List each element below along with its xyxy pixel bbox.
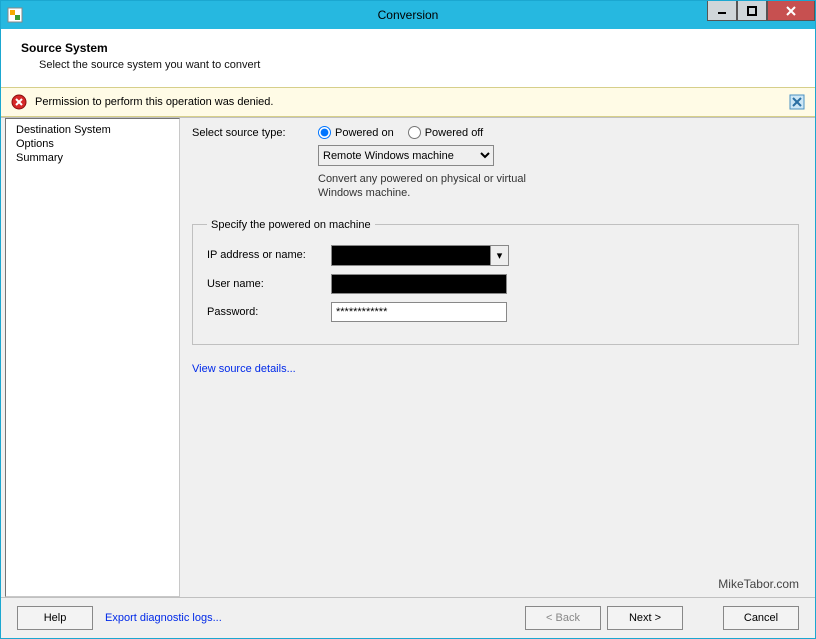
powered-off-radio[interactable]	[408, 126, 421, 139]
ip-label: IP address or name:	[207, 249, 331, 261]
powered-on-label: Powered on	[335, 127, 394, 139]
password-label: Password:	[207, 306, 331, 318]
watermark: MikeTabor.com	[718, 577, 799, 591]
conversion-window: Conversion Source System Select the sour…	[0, 0, 816, 639]
machine-group-legend: Specify the powered on machine	[207, 219, 375, 231]
step-summary[interactable]: Summary	[8, 151, 177, 165]
next-button[interactable]: Next >	[607, 606, 683, 630]
ip-combobox[interactable]: ▾	[331, 245, 509, 266]
alert-bar: Permission to perform this operation was…	[1, 87, 815, 117]
ip-input[interactable]	[332, 246, 490, 265]
alert-message: Permission to perform this operation was…	[35, 96, 273, 108]
export-logs-link[interactable]: Export diagnostic logs...	[105, 612, 222, 624]
page-subtitle: Select the source system you want to con…	[39, 59, 795, 71]
back-button[interactable]: < Back	[525, 606, 601, 630]
machine-group: Specify the powered on machine IP addres…	[192, 219, 799, 345]
alert-close-icon[interactable]	[789, 94, 805, 110]
wizard-content: Select source type: Powered on Powered o…	[184, 118, 815, 597]
chevron-down-icon[interactable]: ▾	[490, 246, 508, 265]
source-type-label: Select source type:	[192, 127, 318, 139]
help-button[interactable]: Help	[17, 606, 93, 630]
powered-on-radio[interactable]	[318, 126, 331, 139]
step-options[interactable]: Options	[8, 137, 177, 151]
error-icon	[11, 94, 27, 110]
wizard-footer: Help Export diagnostic logs... < Back Ne…	[1, 597, 815, 638]
source-hint: Convert any powered on physical or virtu…	[318, 172, 568, 201]
username-label: User name:	[207, 278, 331, 290]
page-title: Source System	[21, 41, 795, 55]
step-destination[interactable]: Destination System	[8, 123, 177, 137]
wizard-steps: Destination System Options Summary	[5, 118, 180, 597]
view-source-details-link[interactable]: View source details...	[192, 363, 296, 375]
titlebar[interactable]: Conversion	[1, 1, 815, 29]
wizard-header: Source System Select the source system y…	[1, 29, 815, 87]
wizard-body: Destination System Options Summary Selec…	[1, 117, 815, 597]
machine-type-select[interactable]: Remote Windows machine	[318, 145, 494, 166]
powered-off-label: Powered off	[425, 127, 484, 139]
window-title: Conversion	[1, 8, 815, 22]
username-input[interactable]	[331, 274, 507, 294]
cancel-button[interactable]: Cancel	[723, 606, 799, 630]
password-input[interactable]	[331, 302, 507, 322]
